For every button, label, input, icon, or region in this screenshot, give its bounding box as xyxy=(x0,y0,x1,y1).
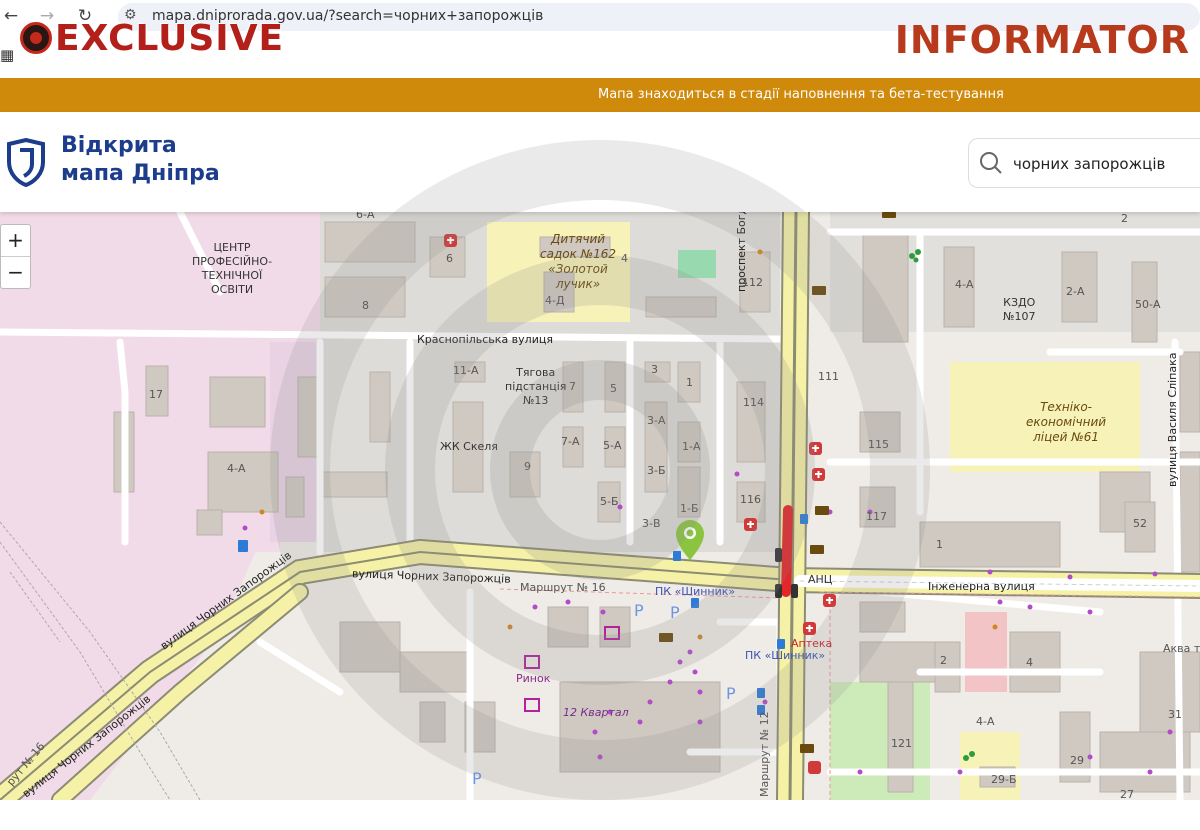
house-number: 11-А xyxy=(453,364,479,377)
label-pk-shynnyk-1: ПК «Шинник» xyxy=(655,585,736,598)
label-vasylya-slipaka: вулиця Василя Сліпака xyxy=(1166,352,1179,488)
label-rynok: Ринок xyxy=(516,672,551,685)
search-icon[interactable] xyxy=(979,151,1003,175)
house-number: 50-А xyxy=(1135,298,1161,311)
search-input[interactable] xyxy=(1011,151,1200,177)
house-number: 4 xyxy=(1026,656,1033,669)
svg-text:P: P xyxy=(472,769,482,788)
house-number: 5-А xyxy=(603,439,622,452)
label-kzdo: КЗДО №107 xyxy=(1003,296,1036,323)
label-marshrut-12: Маршрут № 12 xyxy=(758,711,771,797)
house-number: 1 xyxy=(686,376,693,389)
zoom-control: + − xyxy=(0,224,31,289)
house-number: 112 xyxy=(742,276,763,289)
house-number: 3 xyxy=(651,363,658,376)
search-box[interactable] xyxy=(968,138,1200,188)
house-number: 5-Б xyxy=(600,495,619,508)
house-number: 8 xyxy=(362,299,369,312)
label-anc: АНЦ xyxy=(808,573,833,586)
label-zhk-skelya: ЖК Скеля xyxy=(440,440,498,453)
house-number: 2 xyxy=(940,654,947,667)
label-pk-shynnyk-2: ПК «Шинник» xyxy=(745,649,826,662)
house-number: 4-Д xyxy=(545,294,565,307)
house-number: 6-А xyxy=(356,212,375,221)
house-number: 117 xyxy=(866,510,887,523)
house-number: 121 xyxy=(891,737,912,750)
house-number: 116 xyxy=(740,493,761,506)
house-number: 2 xyxy=(1121,212,1128,225)
house-number: 29-Б xyxy=(991,773,1017,786)
label-12-kvartal: 12 Квартал xyxy=(563,706,629,719)
beta-banner-text: Мапа знаходиться в стадії наповнення та … xyxy=(598,87,1004,102)
apps-grid-icon[interactable]: ▦ xyxy=(0,46,14,64)
svg-text:P: P xyxy=(634,601,644,620)
house-number: 2-А xyxy=(1066,285,1085,298)
svg-text:P: P xyxy=(726,684,736,703)
house-number: 3-А xyxy=(647,414,666,427)
house-number: 9 xyxy=(524,460,531,473)
logo-line-1: Відкрита xyxy=(61,133,177,158)
label-tyagova: Тягова підстанція №13 xyxy=(505,366,567,407)
house-number: 4-А xyxy=(227,462,246,475)
exclusive-watermark: EXCLUSIVE xyxy=(20,18,284,59)
house-number: 4 xyxy=(621,252,628,265)
label-marshrut-16: Маршрут № 16 xyxy=(520,581,606,594)
house-number: 7 xyxy=(569,380,576,393)
shield-logo-icon[interactable] xyxy=(6,138,46,188)
back-icon[interactable]: ← xyxy=(0,4,22,28)
house-number: 52 xyxy=(1133,517,1147,530)
logo-line-2: мапа Дніпра xyxy=(61,161,220,186)
informator-watermark: INFORMATOR xyxy=(894,18,1190,62)
house-number: 1-Б xyxy=(680,502,699,515)
house-number: 111 xyxy=(818,370,839,383)
exclusive-text: EXCLUSIVE xyxy=(55,18,285,59)
label-center-prof: ЦЕНТР ПРОФЕСІЙНО- ТЕХНІЧНОЇ ОСВІТИ xyxy=(192,241,273,296)
house-number: 17 xyxy=(149,388,163,401)
beta-banner: Мапа знаходиться в стадії наповнення та … xyxy=(0,78,1200,112)
house-number: 1 xyxy=(936,538,943,551)
map-canvas[interactable]: PPPP ЦЕНТР ПРОФЕСІЙНО- ТЕХНІЧНОЇ ОСВІТИ … xyxy=(0,212,1200,800)
label-inzhenerna-street: Інженерна вулиця xyxy=(928,580,1035,593)
svg-text:P: P xyxy=(670,603,680,622)
zoom-out-button[interactable]: − xyxy=(1,257,30,288)
house-number: 1-А xyxy=(682,440,701,453)
house-number: 4-А xyxy=(976,715,995,728)
eye-icon xyxy=(20,22,52,54)
label-lyceum: Техніко- економічний ліцей №61 xyxy=(1026,400,1107,444)
label-akva: Аква та xyxy=(1163,642,1200,655)
house-number: 3-Б xyxy=(647,464,666,477)
label-krasnopilska-street: Краснопільська вулиця xyxy=(417,333,553,346)
site-logo-text[interactable]: Відкрита мапа Дніпра xyxy=(61,132,220,188)
house-number: 4-А xyxy=(955,278,974,291)
house-number: 31 xyxy=(1168,708,1182,721)
house-number: 7-А xyxy=(561,435,580,448)
house-number: 29 xyxy=(1070,754,1084,767)
house-number: 3-В xyxy=(642,517,661,530)
label-apteka: Аптека xyxy=(791,637,833,650)
house-number: 6 xyxy=(446,252,453,265)
house-number: 115 xyxy=(868,438,889,451)
label-kindergarten: Дитячий садок №162 «Золотой лучик» xyxy=(540,232,617,291)
house-number: 27 xyxy=(1120,788,1134,800)
house-number: 5 xyxy=(610,382,617,395)
house-number: 114 xyxy=(743,396,764,409)
site-header: Відкрита мапа Дніпра xyxy=(0,112,1200,212)
zoom-in-button[interactable]: + xyxy=(1,225,30,257)
